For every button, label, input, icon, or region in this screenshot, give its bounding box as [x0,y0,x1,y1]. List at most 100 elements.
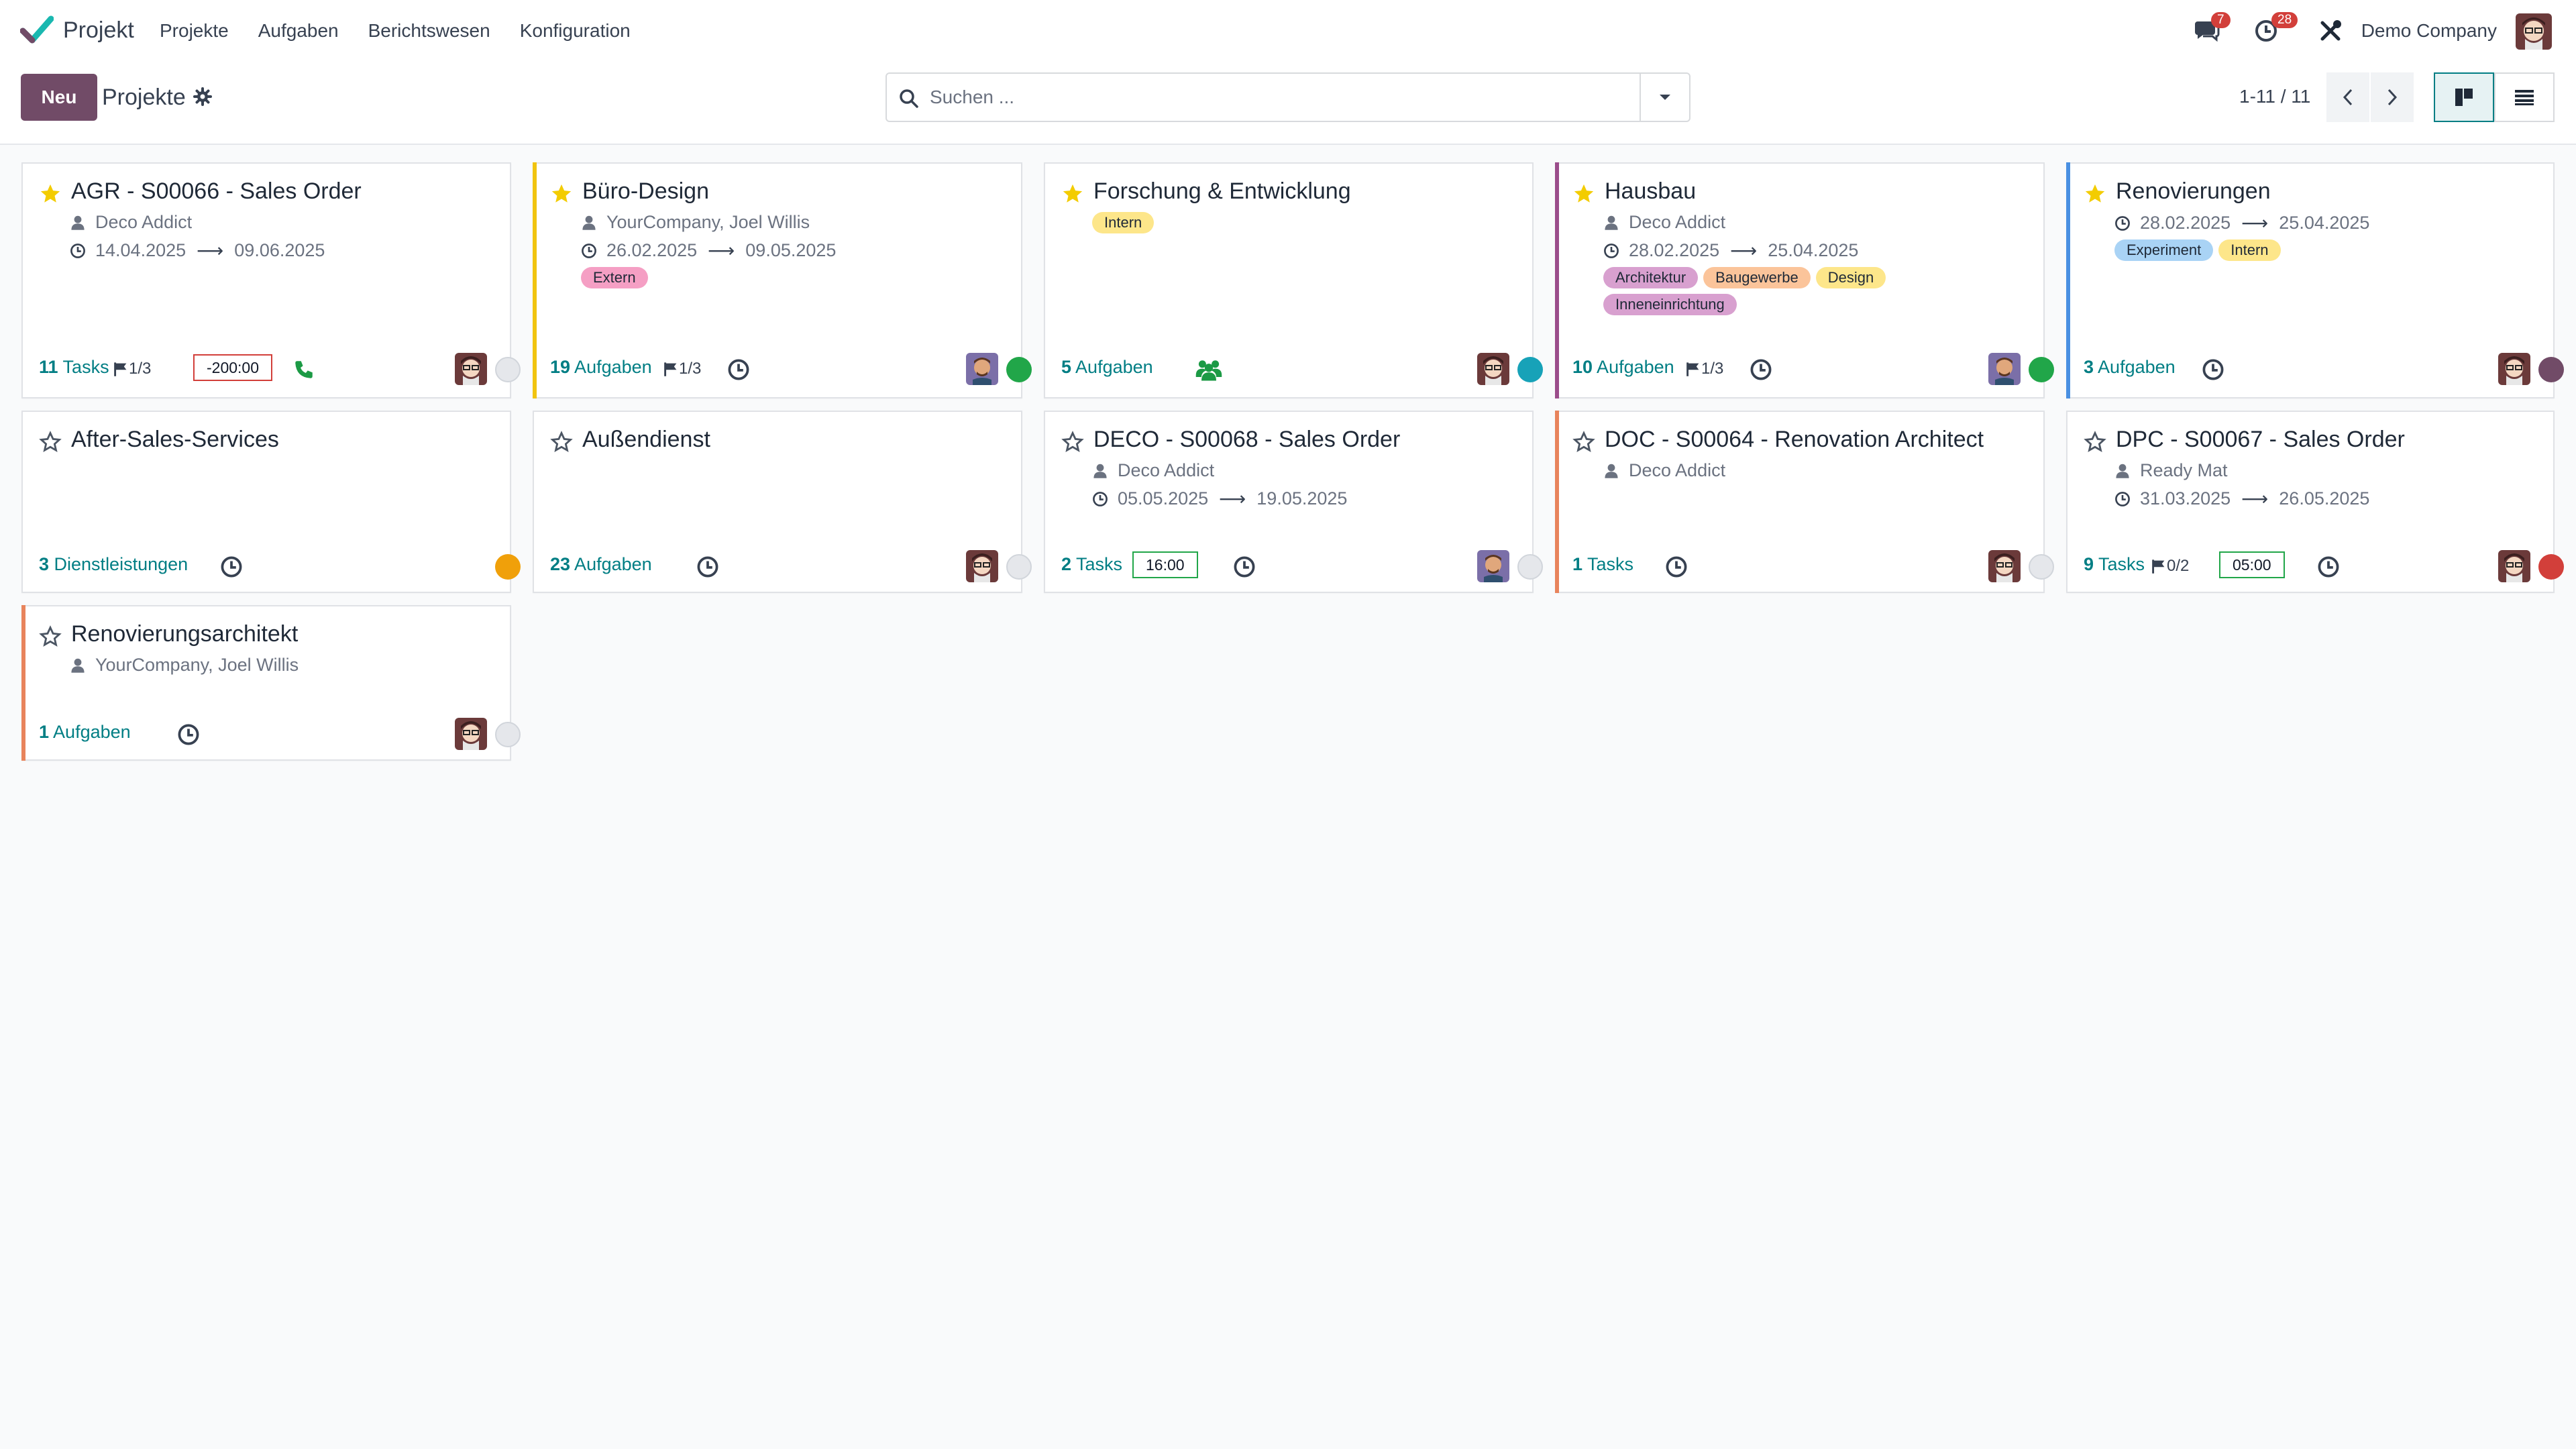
company-switcher[interactable]: Demo Company [2361,20,2497,42]
app-name[interactable]: Projekt [63,17,134,44]
phone-icon[interactable] [292,358,315,381]
search-input[interactable] [930,80,1601,114]
status-indicator[interactable] [1517,357,1543,382]
card-footer: 3 Dienstleistungen [39,550,521,584]
status-indicator[interactable] [2029,357,2054,382]
users-icon[interactable] [1194,358,1224,381]
status-indicator[interactable] [495,554,521,580]
status-indicator[interactable] [2538,554,2564,580]
task-count-link[interactable]: 11 Tasks [39,357,109,378]
menu-item-aufgaben[interactable]: Aufgaben [258,20,339,42]
project-card[interactable]: Renovierungsarchitekt YourCompany, Joel … [21,605,521,761]
star-filled-icon[interactable] [2084,182,2106,205]
project-card[interactable]: After-Sales-Services 3 Dienstleistungen [21,411,521,593]
task-count-link[interactable]: 1 Aufgaben [39,722,131,743]
star-filled-icon[interactable] [550,182,573,205]
avatar[interactable] [966,550,998,582]
customer-name: Ready Mat [2140,460,2228,480]
avatar[interactable] [455,718,487,750]
date-range: 31.03.2025 ⟶ 26.05.2025 [2114,488,2369,510]
project-card[interactable]: DPC - S00067 - Sales Order Ready Mat 31.… [2066,411,2564,593]
avatar[interactable] [2498,550,2530,582]
date-start: 31.03.2025 [2140,488,2231,508]
pager-previous-button[interactable] [2326,72,2369,122]
status-indicator[interactable] [1006,554,1032,580]
avatar[interactable] [1988,550,2021,582]
clock-icon[interactable] [177,723,200,746]
status-indicator[interactable] [2538,357,2564,382]
tag: Design [1815,267,1886,288]
star-empty-icon[interactable] [2084,431,2106,453]
star-empty-icon[interactable] [1061,431,1084,453]
clock-icon[interactable] [1233,555,1256,578]
new-button[interactable]: Neu [21,74,97,121]
star-empty-icon[interactable] [39,625,62,648]
project-title: Forschung & Entwicklung [1093,178,1351,204]
star-empty-icon[interactable] [39,431,62,453]
project-card[interactable]: Hausbau Deco Addict 28.02.2025 ⟶ 25.04.2… [1555,162,2054,398]
user-icon [581,215,597,231]
clock-icon[interactable] [2317,555,2340,578]
project-app-logo-icon[interactable] [20,15,54,46]
menu-item-konfiguration[interactable]: Konfiguration [520,20,631,42]
menu-item-berichtswesen[interactable]: Berichtswesen [368,20,490,42]
avatar[interactable] [1477,550,1509,582]
status-indicator[interactable] [1006,357,1032,382]
project-card[interactable]: Büro-Design YourCompany, Joel Willis 26.… [533,162,1032,398]
clock-icon[interactable] [1750,358,1772,381]
star-filled-icon[interactable] [1061,182,1084,205]
status-indicator[interactable] [2029,554,2054,580]
star-filled-icon[interactable] [39,182,62,205]
clock-icon[interactable] [696,555,719,578]
menu-item-projekte[interactable]: Projekte [160,20,229,42]
clock-icon[interactable] [727,358,750,381]
tag-list: Architektur Baugewerbe Design Inneneinri… [1603,267,2019,315]
date-end: 19.05.2025 [1256,488,1348,508]
status-indicator[interactable] [495,357,521,382]
status-indicator[interactable] [1517,554,1543,580]
avatar[interactable] [2498,353,2530,385]
project-title: DPC - S00067 - Sales Order [2116,427,2405,452]
list-view-button[interactable] [2494,72,2555,122]
task-count-link[interactable]: 1 Tasks [1572,554,1633,575]
star-empty-icon[interactable] [550,431,573,453]
milestone-progress: 1/3 [663,360,701,378]
status-indicator[interactable] [495,722,521,747]
user-avatar[interactable] [2516,13,2552,50]
avatar[interactable] [1988,353,2021,385]
task-count-link[interactable]: 5 Aufgaben [1061,357,1153,378]
search-options-toggle[interactable] [1640,74,1689,121]
avatar[interactable] [966,353,998,385]
project-card[interactable]: Außendienst 23 Aufgaben [533,411,1032,593]
star-empty-icon[interactable] [1572,431,1595,453]
project-card[interactable]: Forschung & Entwicklung Intern 5 Aufgabe… [1044,162,1543,398]
avatar[interactable] [1477,353,1509,385]
date-start: 26.02.2025 [606,240,698,260]
task-count-link[interactable]: 3 Aufgaben [2084,357,2176,378]
pager-value[interactable]: 1-11 / 11 [2239,86,2310,107]
clock-icon[interactable] [220,555,243,578]
date-start: 14.04.2025 [95,240,186,260]
task-count-link[interactable]: 2 Tasks [1061,554,1122,575]
gear-icon[interactable] [193,87,212,106]
debug-tools-icon[interactable] [2318,19,2343,43]
project-card[interactable]: DOC - S00064 - Renovation Architect Deco… [1555,411,2054,593]
task-count-link[interactable]: 3 Dienstleistungen [39,554,188,575]
star-filled-icon[interactable] [1572,182,1595,205]
task-count-link[interactable]: 23 Aufgaben [550,554,652,575]
pager-next-button[interactable] [2371,72,2414,122]
project-card[interactable]: AGR - S00066 - Sales Order Deco Addict 1… [21,162,521,398]
project-card[interactable]: Renovierungen 28.02.2025 ⟶ 25.04.2025 Ex… [2066,162,2564,398]
task-count-link[interactable]: 10 Aufgaben [1572,357,1674,378]
task-count-link[interactable]: 9 Tasks [2084,554,2145,575]
clock-icon[interactable] [1665,555,1688,578]
clock-icon[interactable] [2202,358,2224,381]
task-count-link[interactable]: 19 Aufgaben [550,357,652,378]
date-range: 26.02.2025 ⟶ 09.05.2025 [581,239,836,262]
project-card[interactable]: DECO - S00068 - Sales Order Deco Addict … [1044,411,1543,593]
customer-line: Deco Addict [1092,460,1214,481]
kanban-view-button[interactable] [2434,72,2494,122]
messages-button[interactable]: 7 [2194,12,2231,46]
activities-button[interactable]: 28 [2254,12,2298,46]
avatar[interactable] [455,353,487,385]
